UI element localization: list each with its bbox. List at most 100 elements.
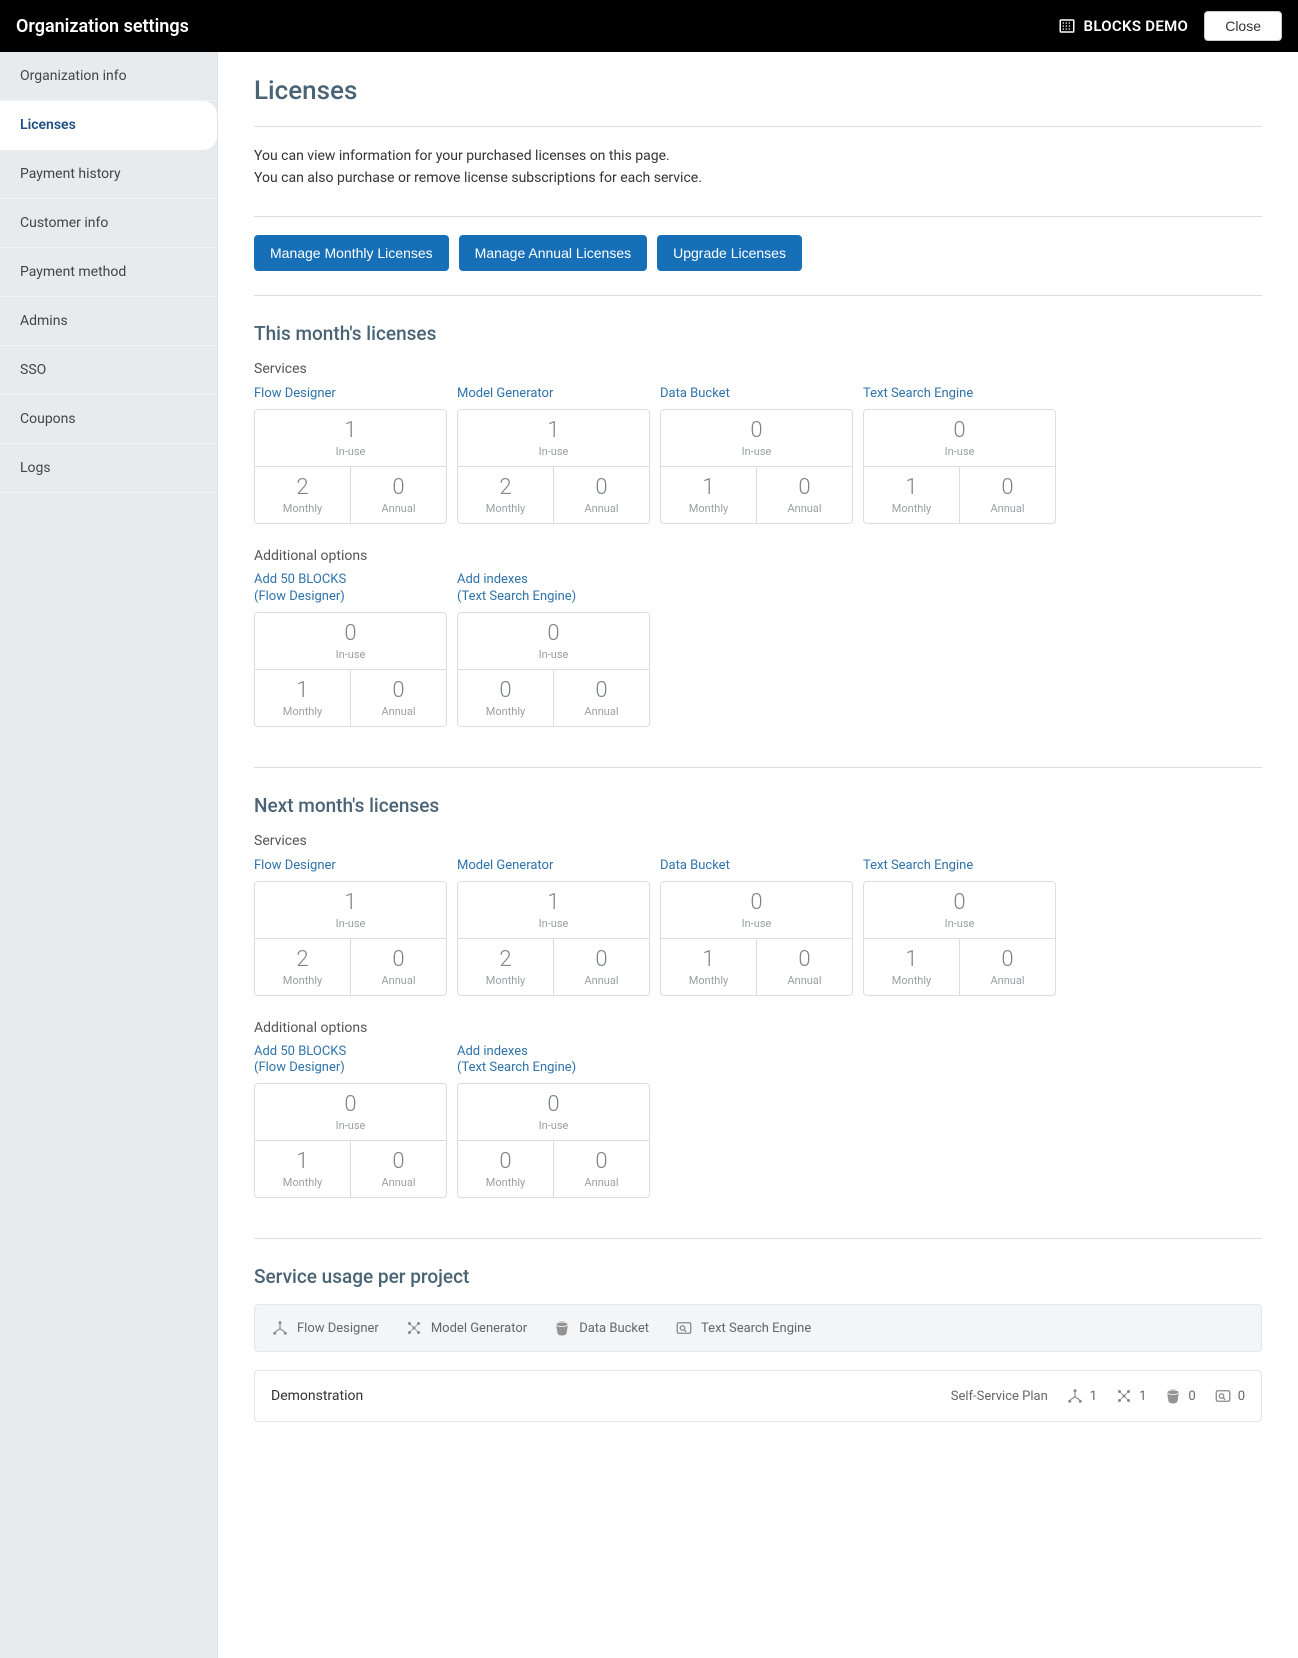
- legend-data-bucket: Data Bucket: [553, 1319, 649, 1337]
- main-content: Licenses You can view information for yo…: [218, 52, 1298, 1658]
- project-list: Demonstration Self-Service Plan 1 1 0 0: [254, 1370, 1262, 1422]
- license-monthly: 0 Monthly: [457, 670, 553, 727]
- monthly-label: Monthly: [255, 1176, 350, 1189]
- license-inuse: 0 In-use: [660, 881, 853, 939]
- inuse-value: 0: [864, 420, 1055, 442]
- divider: [254, 126, 1262, 127]
- page-title: Licenses: [254, 76, 1262, 106]
- annual-value: 0: [554, 949, 649, 971]
- monthly-label: Monthly: [458, 1176, 553, 1189]
- license-monthly: 0 Monthly: [457, 1141, 553, 1198]
- desc-line1: You can view information for your purcha…: [254, 145, 1262, 167]
- annual-label: Annual: [554, 705, 649, 718]
- sidebar-item-payment-history[interactable]: Payment history: [0, 150, 217, 199]
- manage-monthly-button[interactable]: Manage Monthly Licenses: [254, 235, 449, 271]
- inuse-label: In-use: [458, 648, 649, 661]
- desc-line2: You can also purchase or remove license …: [254, 167, 1262, 189]
- project-row[interactable]: Demonstration Self-Service Plan 1 1 0 0: [254, 1370, 1262, 1422]
- monthly-value: 2: [255, 477, 350, 499]
- sidebar-item-licenses[interactable]: Licenses: [0, 101, 217, 150]
- inuse-value: 0: [458, 1094, 649, 1116]
- sidebar-item-organization-info[interactable]: Organization info: [0, 52, 217, 101]
- next-month-addons: Add 50 BLOCKS(Flow Designer) 0 In-use 1 …: [254, 1044, 1262, 1199]
- license-card: Flow Designer 1 In-use 2 Monthly 0 Annua…: [254, 385, 447, 524]
- license-monthly: 1 Monthly: [660, 467, 756, 524]
- sidebar-item-logs[interactable]: Logs: [0, 444, 217, 493]
- manage-annual-button[interactable]: Manage Annual Licenses: [459, 235, 647, 271]
- project-plan: Self-Service Plan: [951, 1389, 1048, 1404]
- section-this-month: This month's licenses: [254, 322, 1262, 345]
- org-identifier[interactable]: BLOCKS DEMO: [1058, 17, 1189, 35]
- inuse-label: In-use: [864, 445, 1055, 458]
- inuse-label: In-use: [255, 445, 446, 458]
- model-generator-icon: [405, 1319, 423, 1337]
- license-card-title: Add indexes(Text Search Engine): [457, 1044, 650, 1078]
- monthly-value: 1: [255, 1151, 350, 1173]
- topbar: Organization settings BLOCKS DEMO Close: [0, 0, 1298, 52]
- sidebar-item-sso[interactable]: SSO: [0, 346, 217, 395]
- inuse-label: In-use: [458, 917, 649, 930]
- license-card: Data Bucket 0 In-use 1 Monthly 0 Annual: [660, 385, 853, 524]
- annual-value: 0: [351, 949, 446, 971]
- license-inuse: 0 In-use: [254, 612, 447, 670]
- page-description: You can view information for your purcha…: [254, 145, 1262, 190]
- annual-value: 0: [351, 680, 446, 702]
- project-text-search-count: 0: [1214, 1387, 1245, 1405]
- inuse-value: 0: [864, 892, 1055, 914]
- license-card: Text Search Engine 0 In-use 1 Monthly 0 …: [863, 385, 1056, 524]
- annual-label: Annual: [351, 705, 446, 718]
- license-card: Add indexes(Text Search Engine) 0 In-use…: [457, 572, 650, 727]
- license-card: Data Bucket 0 In-use 1 Monthly 0 Annual: [660, 857, 853, 996]
- sidebar-item-admins[interactable]: Admins: [0, 297, 217, 346]
- license-monthly: 2 Monthly: [457, 467, 553, 524]
- inuse-label: In-use: [458, 445, 649, 458]
- license-card-title: Flow Designer: [254, 857, 447, 875]
- upgrade-licenses-button[interactable]: Upgrade Licenses: [657, 235, 802, 271]
- annual-label: Annual: [554, 1176, 649, 1189]
- sidebar: Organization infoLicensesPayment history…: [0, 52, 218, 1658]
- license-annual: 0 Annual: [553, 467, 650, 524]
- monthly-label: Monthly: [661, 502, 756, 515]
- sidebar-item-customer-info[interactable]: Customer info: [0, 199, 217, 248]
- inuse-label: In-use: [661, 917, 852, 930]
- project-name: Demonstration: [271, 1388, 363, 1404]
- subhead-addons: Additional options: [254, 548, 1262, 564]
- inuse-value: 0: [255, 623, 446, 645]
- annual-value: 0: [757, 949, 852, 971]
- annual-label: Annual: [757, 502, 852, 515]
- license-card-title: Add 50 BLOCKS(Flow Designer): [254, 572, 447, 606]
- sidebar-item-payment-method[interactable]: Payment method: [0, 248, 217, 297]
- license-annual: 0 Annual: [350, 939, 447, 996]
- data-bucket-icon: [1164, 1387, 1182, 1405]
- annual-label: Annual: [351, 974, 446, 987]
- license-monthly: 1 Monthly: [660, 939, 756, 996]
- sidebar-item-coupons[interactable]: Coupons: [0, 395, 217, 444]
- close-button[interactable]: Close: [1204, 11, 1282, 41]
- inuse-label: In-use: [255, 917, 446, 930]
- divider: [254, 295, 1262, 296]
- monthly-value: 2: [458, 949, 553, 971]
- annual-value: 0: [351, 1151, 446, 1173]
- monthly-label: Monthly: [864, 502, 959, 515]
- license-inuse: 0 In-use: [254, 1083, 447, 1141]
- service-legend: Flow Designer Model Generator Data Bucke…: [254, 1304, 1262, 1352]
- project-data-bucket-count: 0: [1164, 1387, 1195, 1405]
- monthly-label: Monthly: [458, 974, 553, 987]
- monthly-value: 1: [255, 680, 350, 702]
- subhead-services: Services: [254, 833, 1262, 849]
- annual-value: 0: [351, 477, 446, 499]
- annual-value: 0: [554, 1151, 649, 1173]
- license-card-title: Model Generator: [457, 385, 650, 403]
- license-monthly: 2 Monthly: [254, 939, 350, 996]
- monthly-value: 2: [458, 477, 553, 499]
- inuse-label: In-use: [864, 917, 1055, 930]
- monthly-label: Monthly: [458, 705, 553, 718]
- license-card: Text Search Engine 0 In-use 1 Monthly 0 …: [863, 857, 1056, 996]
- section-service-usage: Service usage per project: [254, 1265, 1262, 1288]
- license-inuse: 0 In-use: [457, 1083, 650, 1141]
- license-inuse: 1 In-use: [254, 409, 447, 467]
- annual-label: Annual: [554, 502, 649, 515]
- subhead-addons: Additional options: [254, 1020, 1262, 1036]
- divider: [254, 1238, 1262, 1239]
- data-bucket-icon: [553, 1319, 571, 1337]
